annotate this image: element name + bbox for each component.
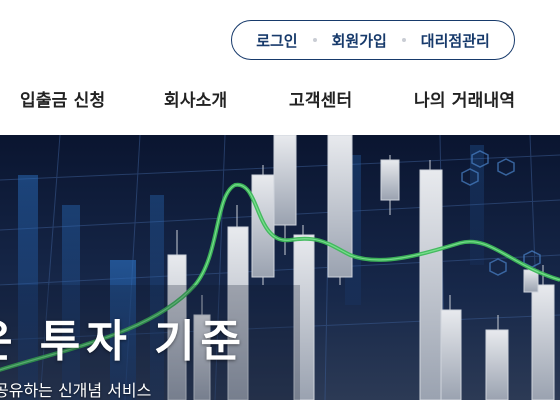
separator-dot — [312, 38, 317, 42]
signup-link[interactable]: 회원가입 — [330, 30, 389, 51]
hero-banner: 운 투자 기준 공유하는 신개념 서비스 — [0, 135, 560, 400]
auth-links-bar: 로그인 회원가입 대리점관리 — [231, 20, 515, 60]
nav-item-my-transactions[interactable]: 나의 거래내역 — [414, 86, 515, 111]
login-link[interactable]: 로그인 — [254, 30, 299, 51]
header: 로그인 회원가입 대리점관리 입출금 신청 회사소개 고객센터 나의 거래내역 — [0, 0, 560, 135]
nav-item-customer-center[interactable]: 고객센터 — [289, 86, 352, 111]
agency-admin-link[interactable]: 대리점관리 — [419, 30, 492, 51]
separator-dot — [401, 38, 406, 42]
nav-item-company-intro[interactable]: 회사소개 — [164, 86, 227, 111]
hero-title: 운 투자 기준 — [0, 316, 248, 367]
hero-subtitle: 공유하는 신개념 서비스 — [0, 381, 152, 400]
main-nav: 입출금 신청 회사소개 고객센터 나의 거래내역 — [0, 78, 560, 116]
nav-item-deposit-withdraw[interactable]: 입출금 신청 — [20, 86, 105, 111]
